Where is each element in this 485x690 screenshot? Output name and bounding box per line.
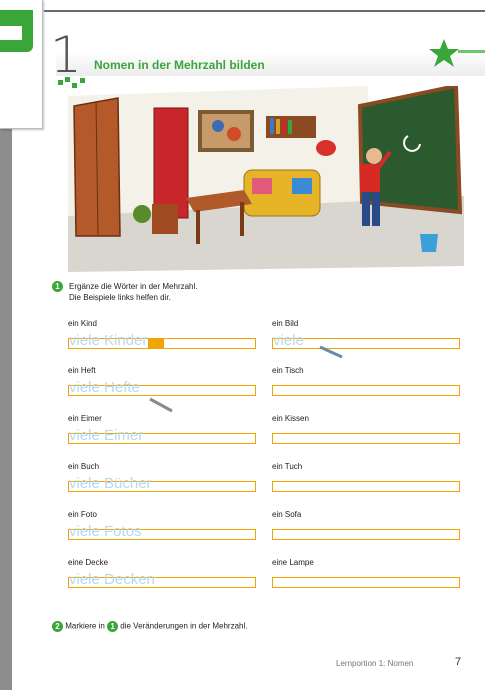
plural-ending-highlight — [148, 339, 164, 348]
pencil-icon — [149, 397, 173, 413]
top-rule — [44, 10, 485, 12]
noun-label: ein Sofa — [272, 510, 302, 519]
instruction-line-1: Ergänze die Wörter in der Mehrzahl. — [69, 282, 198, 291]
green-line — [458, 50, 485, 53]
star-icon — [429, 39, 459, 67]
plural-answer: viele Bücher — [69, 475, 152, 492]
chapter-number: 1 — [50, 26, 82, 84]
noun-label: eine Decke — [68, 558, 109, 567]
task-2-text-before: Markiere in — [65, 621, 105, 631]
page-title: Nomen in der Mehrzahl bilden — [94, 58, 265, 72]
plural-answer: viele Fotos — [69, 523, 142, 540]
answer-line[interactable] — [272, 385, 460, 396]
noun-label: ein Tuch — [272, 462, 303, 471]
noun-label: ein Foto — [68, 510, 97, 519]
noun-label: eine Lampe — [272, 558, 314, 567]
footer-chapter: Lernportion 1: Nomen — [336, 659, 414, 668]
task-number-badge: 2 — [52, 621, 63, 632]
noun-label: ein Bild — [272, 319, 299, 328]
page-number: 7 — [455, 656, 462, 668]
task-1-instruction: 1 Ergänze die Wörter in der Mehrzahl. Di… — [52, 281, 198, 302]
previous-page-corner — [0, 0, 43, 129]
answer-line[interactable] — [272, 433, 460, 444]
noun-label: ein Kind — [68, 319, 97, 328]
noun-label: ein Tisch — [272, 366, 304, 375]
plural-answer: viele Eimer — [69, 427, 144, 444]
answer-line[interactable] — [272, 481, 460, 492]
instruction-line-2: Die Beispiele links helfen dir. — [69, 293, 171, 302]
classroom-illustration — [68, 86, 464, 272]
plural-answer: viele Hefte — [69, 379, 140, 396]
pencil-icon — [319, 345, 343, 359]
task-reference-badge: 1 — [107, 621, 119, 632]
task-2-text-after: die Veränderungen in der Mehrzahl. — [120, 621, 248, 631]
task-2-instruction: 2 Markiere in 1 die Veränderungen in der… — [52, 621, 247, 632]
noun-label: ein Kissen — [272, 414, 309, 423]
noun-label: ein Eimer — [68, 414, 102, 423]
answer-line[interactable] — [272, 577, 460, 588]
plural-answer: viele — [273, 332, 304, 349]
plural-answer: viele Decken — [69, 571, 155, 588]
noun-label: ein Heft — [68, 366, 96, 375]
task-number-badge: 1 — [52, 281, 63, 292]
answer-line[interactable] — [272, 529, 460, 540]
noun-label: ein Buch — [68, 462, 100, 471]
plural-answer: viele Kinder — [69, 332, 148, 349]
